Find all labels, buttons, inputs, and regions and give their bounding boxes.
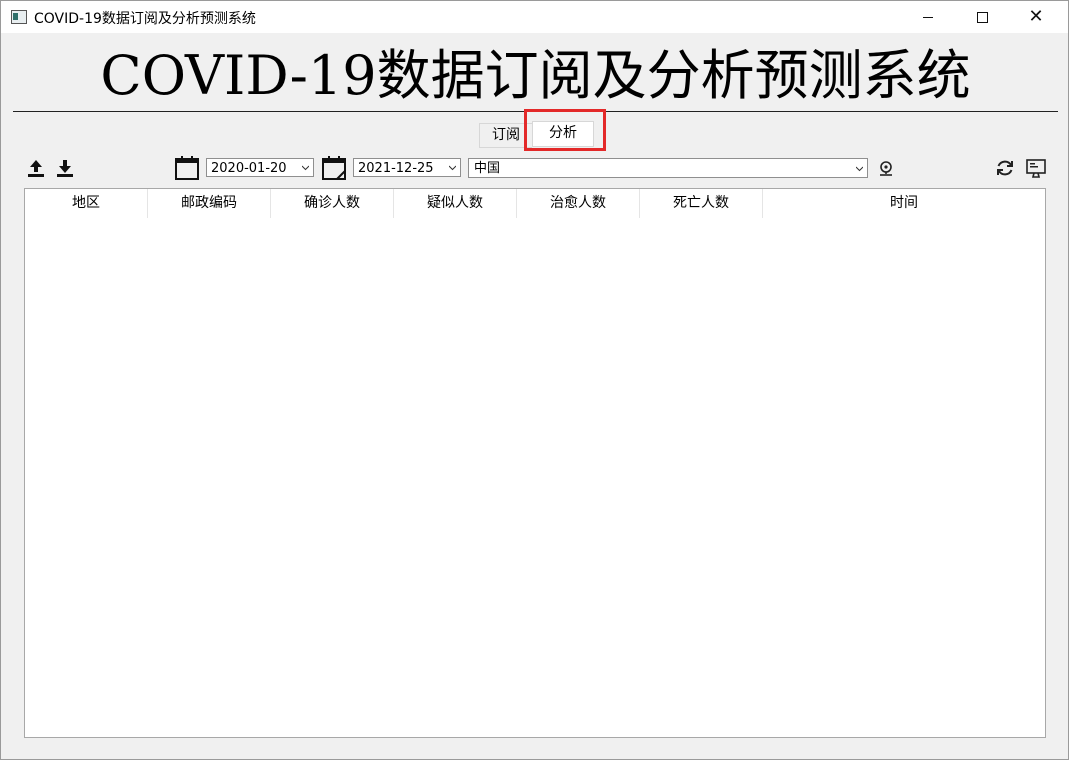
location-icon[interactable] xyxy=(876,159,896,179)
download-icon[interactable] xyxy=(54,157,76,179)
column-header-deaths[interactable]: 死亡人数 xyxy=(640,189,763,218)
window-title: COVID-19数据订阅及分析预测系统 xyxy=(34,11,256,27)
region-value: 中国 xyxy=(474,161,501,176)
title-bar[interactable]: COVID-19数据订阅及分析预测系统 ✕ xyxy=(1,1,1068,33)
start-date-select[interactable]: 2020-01-20 xyxy=(206,158,314,177)
tab-analysis[interactable]: 分析 xyxy=(532,121,594,147)
upload-icon[interactable] xyxy=(25,157,47,179)
app-window: COVID-19数据订阅及分析预测系统 ✕ COVID-19数据订阅及分析预测系… xyxy=(0,0,1069,760)
minimize-icon xyxy=(923,16,933,18)
close-button[interactable]: ✕ xyxy=(1013,1,1059,33)
column-header-time[interactable]: 时间 xyxy=(763,189,1045,218)
start-calendar-icon[interactable] xyxy=(174,155,200,181)
end-date-value: 2021-12-25 xyxy=(358,161,434,176)
maximize-icon xyxy=(976,11,988,23)
maximize-button[interactable] xyxy=(959,1,1005,33)
toolbar: 2020-01-20 2021-12-25 中国 xyxy=(1,155,1068,185)
chevron-down-icon xyxy=(856,166,863,172)
refresh-icon[interactable] xyxy=(994,157,1016,179)
page-title: COVID-19数据订阅及分析预测系统 xyxy=(13,39,1058,112)
minimize-button[interactable] xyxy=(905,1,951,33)
column-header-confirmed[interactable]: 确诊人数 xyxy=(271,189,394,218)
region-select[interactable]: 中国 xyxy=(468,158,868,178)
table-header: 地区 邮政编码 确诊人数 疑似人数 治愈人数 死亡人数 时间 xyxy=(25,189,1045,218)
column-header-postcode[interactable]: 邮政编码 xyxy=(148,189,271,218)
column-header-suspected[interactable]: 疑似人数 xyxy=(394,189,517,218)
tab-subscribe[interactable]: 订阅 xyxy=(479,123,532,148)
column-header-recovered[interactable]: 治愈人数 xyxy=(517,189,640,218)
end-date-select[interactable]: 2021-12-25 xyxy=(353,158,461,177)
chevron-down-icon xyxy=(449,165,456,171)
column-header-region[interactable]: 地区 xyxy=(25,189,148,218)
chevron-down-icon xyxy=(302,165,309,171)
start-date-value: 2020-01-20 xyxy=(211,161,287,176)
close-icon: ✕ xyxy=(1028,6,1044,27)
screen-icon[interactable] xyxy=(1025,157,1047,179)
data-table[interactable]: 地区 邮政编码 确诊人数 疑似人数 治愈人数 死亡人数 时间 xyxy=(24,188,1046,738)
end-calendar-icon[interactable] xyxy=(321,155,347,181)
app-icon xyxy=(11,10,27,24)
